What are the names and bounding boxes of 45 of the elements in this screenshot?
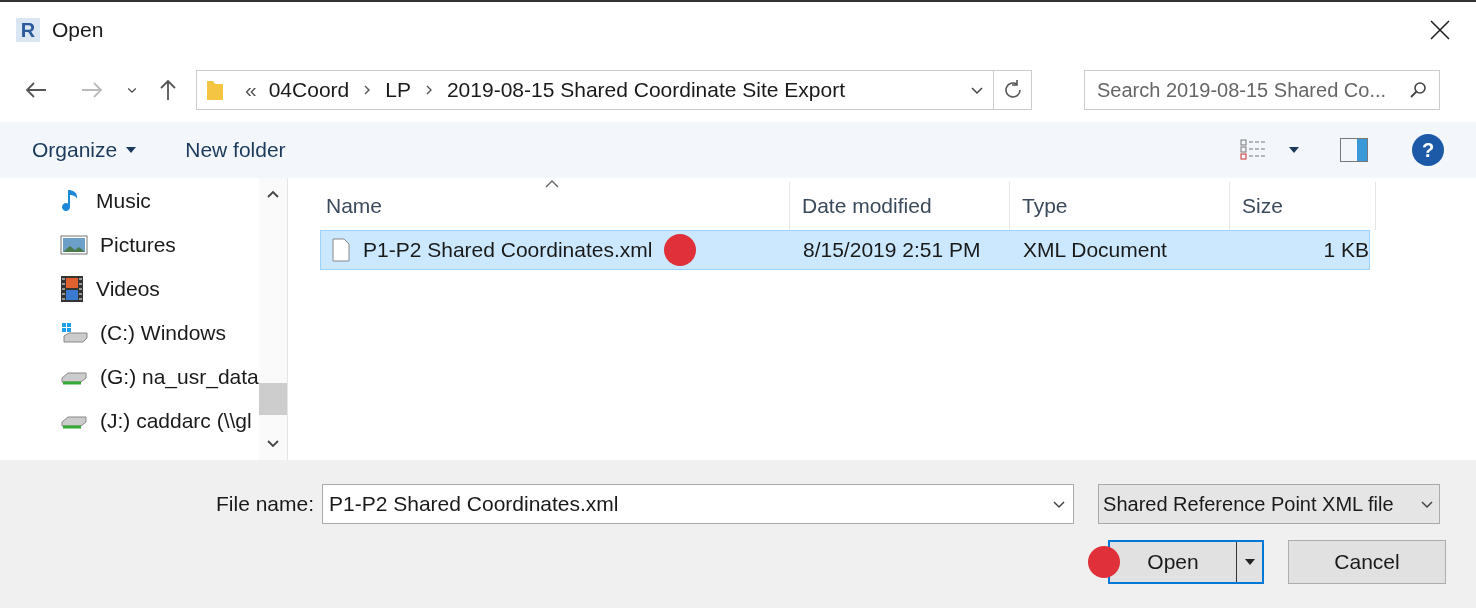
- nav-item[interactable]: Music: [60, 186, 259, 216]
- table-cell-text: 1 KB: [1323, 237, 1369, 264]
- scrollbar-thumb[interactable]: [259, 383, 287, 415]
- overflow-indicator: «: [245, 77, 257, 104]
- view-options-button[interactable]: [1240, 138, 1300, 162]
- nav-item[interactable]: Pictures: [60, 230, 259, 260]
- table-cell-text: 8/15/2019 2:51 PM: [803, 237, 981, 264]
- address-bar[interactable]: « 04Coord LP 2019-08-15 Shared Coordinate Site Export: [196, 70, 1032, 110]
- arrow-right-icon: [80, 80, 104, 100]
- table-cell-text: P1-P2 Shared Coordinates.xml: [363, 237, 653, 264]
- file-row[interactable]: P1-P2 Shared Coordinates.xml 8/15/2019 2:51 PM XML Document 1 KB: [320, 230, 1370, 270]
- help-button[interactable]: ?: [1412, 134, 1444, 166]
- folder-icon: [205, 78, 225, 102]
- nav-item[interactable]: Videos: [60, 274, 259, 304]
- table-cell-text: XML Document: [1023, 237, 1167, 264]
- cancel-button[interactable]: Cancel: [1288, 540, 1446, 584]
- drive-icon: [60, 321, 88, 345]
- file-name-label: File name:: [216, 491, 315, 518]
- arrow-left-icon: [24, 80, 48, 100]
- nav-item[interactable]: (G:) na_usr_data: [60, 362, 259, 392]
- scrollbar[interactable]: [259, 178, 287, 460]
- organize-button[interactable]: Organize: [32, 134, 138, 166]
- click-marker: [1088, 546, 1120, 578]
- search-icon: [1408, 80, 1428, 100]
- breadcrumb-item[interactable]: LP: [385, 74, 411, 106]
- new-folder-button[interactable]: New folder: [185, 134, 286, 166]
- picture-icon: [60, 233, 88, 257]
- file-name-field[interactable]: P1-P2 Shared Coordinates.xml: [322, 484, 1075, 524]
- arrow-up-icon: [158, 78, 178, 102]
- preview-pane-button[interactable]: [1340, 138, 1368, 162]
- search-field[interactable]: Search 2019-08-15 Shared Co...: [1084, 70, 1440, 110]
- click-marker: [664, 234, 697, 266]
- app-logo-icon: R: [16, 18, 40, 42]
- file-type-dropdown[interactable]: Shared Reference Point XML file: [1098, 484, 1441, 524]
- open-button[interactable]: Open: [1108, 540, 1264, 584]
- document-icon: [331, 238, 351, 262]
- sort-ascending-icon: [544, 178, 560, 190]
- close-icon: [1428, 18, 1452, 42]
- nav-item[interactable]: (J:) caddarc (\\gl: [60, 406, 259, 436]
- details-view-icon: [1240, 138, 1268, 162]
- film-icon: [60, 275, 84, 303]
- breadcrumb-item[interactable]: 04Coord: [268, 74, 350, 106]
- window-title: Open: [52, 17, 104, 44]
- breadcrumb-item[interactable]: 2019-08-15 Shared Coordinate Site Export: [446, 74, 846, 106]
- nav-item[interactable]: (C:) Windows: [60, 318, 259, 348]
